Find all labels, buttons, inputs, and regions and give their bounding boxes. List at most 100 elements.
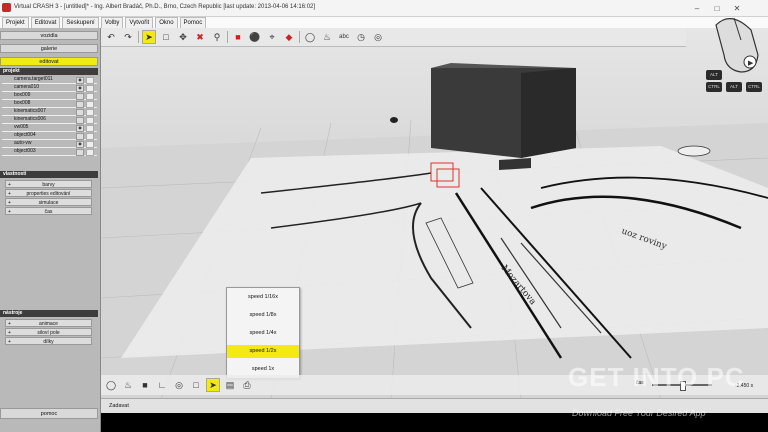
list-item[interactable]: auto-vw ◉ [2,140,97,148]
app-icon [2,3,11,12]
lock-icon[interactable] [86,93,94,100]
tag-icon[interactable]: ◆ [282,30,296,44]
visibility-icon[interactable]: ◉ [76,125,84,132]
list-item[interactable]: vw005 ◉ [2,124,97,132]
help-button[interactable]: pomoc [0,408,98,419]
visibility-icon[interactable] [76,117,84,124]
list-item[interactable]: camera010 ◉ [2,84,97,92]
mode-editovat-button[interactable]: editovat [0,57,98,66]
alt-key-icon: ALT [726,82,742,92]
speed-1-8-item[interactable]: speed 1/8x [227,309,299,322]
select-icon[interactable]: ➤ [142,30,156,44]
prop-cas-button[interactable]: + čas [5,207,92,215]
prop-simulace-button[interactable]: + simulace [5,198,92,206]
camera-icon[interactable]: ◎ [371,30,385,44]
document-icon[interactable]: ▤ [223,378,237,392]
visibility-icon[interactable] [76,109,84,116]
list-item[interactable]: kinematics006 [2,116,97,124]
watermark-tagline: Download Free Your Desired App [572,408,706,418]
ctrl-key-icon: CTRL [746,82,762,92]
lock-icon[interactable] [86,77,94,84]
main-toolbar: ↶ ↷ ➤ □ ✥ ✖ ⚲ ■ ⚫ ⌖ ◆ ◯ ♨ abc ◷ ◎ [101,28,686,47]
lock-icon[interactable] [86,101,94,108]
minimize-icon[interactable]: – [688,2,706,14]
lock-icon[interactable] [86,85,94,92]
redo-icon[interactable]: ↷ [121,30,135,44]
window-titlebar: Virtual CRASH 3 - [untitled]* - Ing. Alb… [0,0,768,17]
lock-icon[interactable] [86,141,94,148]
alt-key-icon: ALT [706,70,722,80]
frame-icon[interactable]: □ [189,378,203,392]
3d-viewport[interactable]: Mozartova uoz roviny [101,28,768,399]
lock-icon[interactable] [86,149,94,156]
visibility-icon[interactable]: ◉ [76,85,84,92]
expand-icon: + [8,209,11,215]
paint-icon[interactable]: ⚫ [248,30,262,44]
lock-icon[interactable] [86,117,94,124]
camera-icon[interactable]: ◎ [172,378,186,392]
toolbar-separator [138,31,139,43]
navigation-widget: ▶ ALT CTRL ALT CTRL [706,10,766,102]
list-item[interactable]: box008 [2,100,97,108]
text-icon[interactable]: abc [337,30,351,44]
axis-icon[interactable]: ∟ [155,378,169,392]
visibility-icon[interactable] [76,93,84,100]
left-sidebar: vozidla galerie editovat projekt camera.… [0,28,101,432]
undo-icon[interactable]: ↶ [104,30,118,44]
speed-1-2-item[interactable]: speed 1/2x [227,345,299,358]
speed-dropdown-icon[interactable]: ➤ [206,378,220,392]
measure-icon[interactable]: ⌖ [265,30,279,44]
tool-silove-pole-button[interactable]: + siloví pole [5,328,92,336]
mode-galerie-button[interactable]: galerie [0,44,98,53]
watermark-logo: GET INTO PC [568,362,745,392]
project-section-header[interactable]: projekt [0,68,98,75]
expand-icon: + [8,339,11,345]
visibility-icon[interactable]: ◉ [76,77,84,84]
list-item[interactable]: object004 [2,132,97,140]
tools-section-header[interactable]: nástroje [0,310,98,317]
visibility-icon[interactable]: ◉ [76,141,84,148]
paint-bucket-icon[interactable]: ♨ [320,30,334,44]
lock-icon[interactable] [86,125,94,132]
prop-editovani-button[interactable]: + properties editování [5,189,92,197]
status-label: Zadavat [109,403,129,409]
mode-vozidla-button[interactable]: vozidla [0,31,98,40]
paint-bucket-icon[interactable]: ♨ [121,378,135,392]
zoom-icon[interactable]: ⚲ [210,30,224,44]
tool-dilky-button[interactable]: + dílky [5,337,92,345]
list-item[interactable]: box009 [2,92,97,100]
window-title: Virtual CRASH 3 - [untitled]* - Ing. Alb… [14,4,316,10]
print-icon[interactable]: ⎙ [240,378,254,392]
rect-select-icon[interactable]: □ [159,30,173,44]
list-item[interactable]: camera.target011 ◉ [2,76,97,84]
speed-menu: speed 1/16x speed 1/8x speed 1/4x speed … [226,287,300,379]
visibility-icon[interactable] [76,149,84,156]
properties-section-header[interactable]: vlastnosti [0,171,98,178]
toolbar-separator [227,31,228,43]
svg-text:▶: ▶ [748,59,754,67]
list-item[interactable]: object003 [2,148,97,156]
shape-icon[interactable]: ◯ [303,30,317,44]
visibility-icon[interactable] [76,101,84,108]
expand-icon: + [8,321,11,327]
expand-icon: + [8,182,11,188]
delete-icon[interactable]: ✖ [193,30,207,44]
sphere-icon[interactable]: ◯ [104,378,118,392]
speed-1-4-item[interactable]: speed 1/4x [227,327,299,340]
scene-render: Mozartova uoz roviny [101,63,768,399]
fill-icon[interactable]: ■ [138,378,152,392]
tool-animace-button[interactable]: + animace [5,319,92,327]
car-icon[interactable]: ■ [231,30,245,44]
move-icon[interactable]: ✥ [176,30,190,44]
prop-barvy-button[interactable]: + barvy [5,180,92,188]
object-list[interactable]: camera.target011 ◉ camera010 ◉ box009 box0… [2,76,97,156]
list-item[interactable]: kinematics007 [2,108,97,116]
lock-icon[interactable] [86,133,94,140]
visibility-icon[interactable] [76,133,84,140]
expand-icon: + [8,200,11,206]
lock-icon[interactable] [86,109,94,116]
ctrl-key-icon: CTRL [706,82,722,92]
clock-icon[interactable]: ◷ [354,30,368,44]
speed-1-16-item[interactable]: speed 1/16x [227,291,299,304]
expand-icon: + [8,330,11,336]
